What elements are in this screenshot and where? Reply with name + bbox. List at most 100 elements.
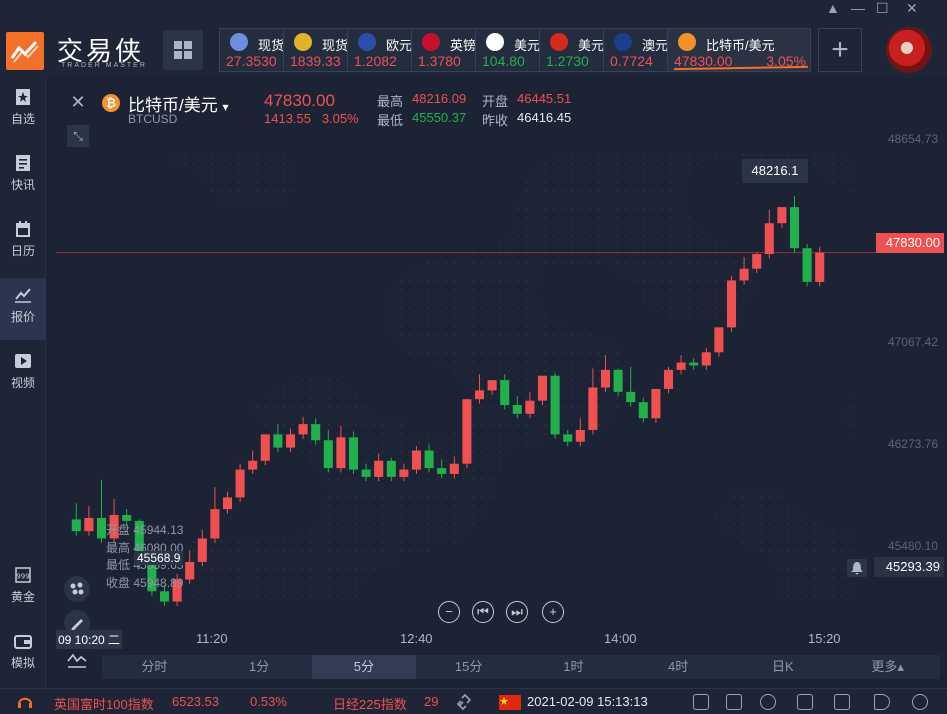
link-icon[interactable]: [455, 694, 473, 710]
ticker-name: 欧元: [386, 38, 411, 53]
step-forward-button[interactable]: ⏭: [506, 601, 528, 623]
minimize-tray-icon[interactable]: ▲: [826, 0, 840, 16]
index-change: 0.53%: [250, 694, 287, 709]
ohlc-value: 45948.89: [133, 575, 184, 590]
nav-item-news[interactable]: 快讯: [0, 146, 46, 208]
period-more-tab[interactable]: 更多▴: [835, 655, 940, 679]
index-name: 日经225指数: [333, 697, 407, 712]
candle: [638, 397, 648, 423]
candle: [752, 252, 762, 274]
ticker-price: 1.2730: [546, 53, 589, 69]
candle: [726, 276, 737, 332]
ticker-gbpusd[interactable]: 英镑 1.3780: [411, 28, 475, 72]
high-label: 最高: [377, 94, 404, 109]
candle: [348, 431, 359, 474]
candle: [386, 457, 396, 482]
shrink-icon[interactable]: ⤡: [67, 125, 89, 147]
high-price-tag: 48216.1: [742, 159, 808, 183]
period-tab[interactable]: 日K: [731, 655, 836, 679]
watchlist-icon: [16, 89, 30, 105]
index-name: 英国富时100指数: [54, 697, 154, 712]
headset-icon[interactable]: [16, 694, 34, 710]
grid-layout-button[interactable]: [163, 30, 203, 70]
period-tab[interactable]: 1时: [521, 655, 626, 679]
minimize-icon[interactable]: —: [851, 0, 865, 16]
jp-flag-icon: [486, 33, 504, 51]
nav-item-simulate[interactable]: 模拟: [0, 624, 46, 686]
ticker-name: 现货: [258, 38, 283, 53]
au-flag-icon: [614, 33, 632, 51]
nav-label: 自选: [10, 112, 35, 126]
prev-close-value: 46416.45: [517, 110, 572, 125]
ticker-btcusd[interactable]: 比特币/美元 47830.00 3.05%: [667, 28, 811, 72]
zoom-in-button[interactable]: +: [542, 601, 564, 623]
step-back-button[interactable]: ⏮: [472, 601, 494, 623]
maximize-icon[interactable]: ☐: [876, 0, 889, 17]
period-tab[interactable]: 1分: [207, 655, 312, 679]
period-tab[interactable]: 15分: [416, 655, 521, 679]
period-tab-active[interactable]: 5分: [311, 655, 417, 679]
ticker-usdcad[interactable]: 美元 1.2730: [539, 28, 603, 72]
left-nav: 自选 快讯 日历 报价 视频 999 黄金 模拟: [0, 78, 46, 688]
period-tab[interactable]: 分时: [102, 655, 207, 679]
calendar-icon: [16, 221, 30, 237]
x-tick-label: 15:20: [808, 631, 841, 646]
symbol-code: BTCUSD: [128, 112, 178, 126]
candle: [336, 425, 346, 473]
ticker-gold[interactable]: 现货 1839.33: [283, 28, 347, 72]
ticker-audusd[interactable]: 澳元 0.7724: [603, 28, 667, 72]
candlestick-chart[interactable]: [56, 85, 946, 645]
current-price: 47830.00: [264, 91, 335, 110]
ticker-usdjpy[interactable]: 美元 104.80: [475, 28, 539, 72]
silver-icon: [230, 33, 248, 51]
candle: [537, 375, 548, 406]
calculator-icon[interactable]: [797, 694, 813, 710]
camera-icon[interactable]: [834, 694, 850, 710]
candle: [550, 372, 560, 439]
nav-item-watchlist[interactable]: 自选: [0, 80, 46, 142]
candle-type-button[interactable]: [64, 576, 90, 602]
quote-chart-icon: [15, 288, 31, 303]
nav-item-video[interactable]: 视频: [0, 344, 46, 406]
nav-label: 报价: [10, 310, 35, 324]
indicator-button[interactable]: [64, 646, 90, 672]
low-label: 最低: [377, 113, 404, 128]
x-tick-label: 12:40: [400, 631, 433, 646]
candle: [185, 550, 195, 584]
open-label: 开盘: [482, 94, 509, 109]
edit-icon[interactable]: [693, 694, 709, 710]
candle: [260, 434, 270, 466]
ticker-silver[interactable]: 现货 27.3530: [219, 28, 283, 72]
candle: [525, 391, 535, 419]
candle: [689, 358, 699, 370]
close-window-icon[interactable]: ✕: [906, 0, 918, 17]
nav-label: 视频: [10, 376, 35, 390]
x-tick-label: 11:20: [196, 631, 228, 646]
ticker-eurusd[interactable]: 欧元 1.2082: [347, 28, 411, 72]
candle: [651, 388, 661, 423]
nav-label: 模拟: [10, 656, 35, 670]
tools-icon[interactable]: [760, 694, 776, 710]
candle: [248, 450, 258, 474]
avatar[interactable]: [886, 27, 932, 73]
add-ticker-button[interactable]: +: [818, 28, 862, 72]
nav-item-calendar[interactable]: 日历: [0, 212, 46, 274]
ohlc-value: 45944.13: [133, 523, 184, 537]
ticker-name: 比特币/美元: [706, 38, 775, 53]
candle: [361, 463, 371, 482]
display-icon[interactable]: [726, 694, 742, 710]
nav-item-quotes[interactable]: 报价: [0, 278, 46, 340]
candle: [449, 456, 459, 479]
nav-item-gold[interactable]: 999 黄金: [0, 558, 46, 620]
volume-icon[interactable]: [874, 694, 890, 710]
candle: [462, 399, 472, 469]
candle: [311, 418, 321, 445]
close-panel-icon[interactable]: ✕: [67, 91, 89, 113]
zoom-out-button[interactable]: −: [438, 601, 460, 623]
alert-bell-icon[interactable]: [847, 559, 867, 577]
clock-datetime: 2021-02-09 15:13:13: [527, 694, 648, 709]
period-tab[interactable]: 4时: [626, 655, 731, 679]
settings-icon[interactable]: [912, 694, 928, 710]
candle: [374, 453, 384, 482]
ohlc-label: 最低: [106, 558, 131, 572]
